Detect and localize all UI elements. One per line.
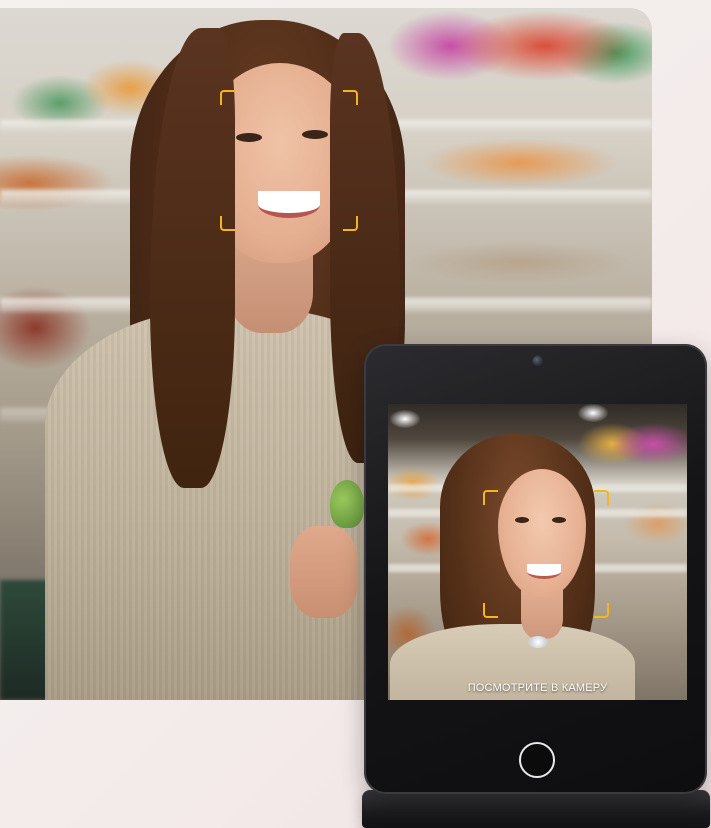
look-at-camera-prompt: ПОСМОТРИТЕ В КАМЕРУ: [467, 682, 608, 694]
tablet-stand: [362, 790, 710, 828]
face-focus-corner-bottom-right-icon: [343, 216, 358, 231]
herb-bunch: [330, 480, 364, 528]
woman-eye: [302, 130, 328, 139]
screen-focus-corner-top-right-icon: [594, 490, 609, 505]
face-focus-corner-bottom-left-icon: [220, 216, 235, 231]
screen-focus-corner-bottom-left-icon: [483, 603, 498, 618]
camera-preview-eye: [552, 517, 566, 523]
woman-hand: [290, 526, 358, 618]
screen-focus-corner-bottom-right-icon: [594, 603, 609, 618]
camera-lens-icon: [533, 356, 542, 365]
face-focus-corner-top-left-icon: [220, 90, 235, 105]
camera-preview-eye: [515, 517, 529, 523]
tablet-screen[interactable]: ПОСМОТРИТЕ В КАМЕРУ: [388, 404, 687, 700]
camera-preview-necklace: [528, 636, 548, 648]
screen-focus-corner-top-left-icon: [483, 490, 498, 505]
face-focus-corner-top-right-icon: [343, 90, 358, 105]
woman-smile: [258, 191, 320, 218]
camera-preview-smile: [527, 564, 561, 579]
home-button-icon[interactable]: [519, 742, 555, 778]
ceiling-light: [578, 404, 608, 422]
woman-eye: [236, 133, 262, 142]
ceiling-light: [390, 410, 420, 428]
